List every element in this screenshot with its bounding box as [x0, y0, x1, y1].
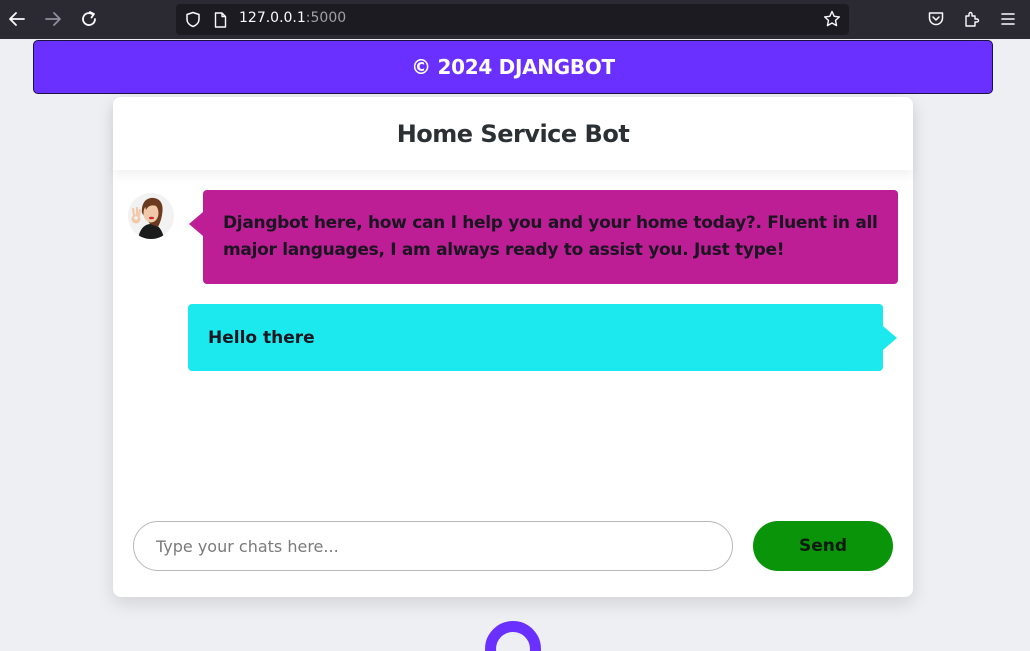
- reload-button[interactable]: [78, 8, 100, 30]
- url-text: 127.0.0.1:5000: [239, 10, 346, 26]
- shield-icon[interactable]: [184, 10, 202, 28]
- banner-text: © 2024 DJANGBOT: [411, 55, 615, 79]
- back-button[interactable]: [6, 8, 28, 30]
- reload-icon: [82, 11, 96, 26]
- pocket-icon[interactable]: [927, 10, 945, 28]
- chat-input[interactable]: [133, 521, 733, 571]
- arrow-right-icon: [45, 12, 61, 26]
- user-message: Hello there: [188, 304, 897, 371]
- arrow-left-icon: [9, 12, 25, 26]
- loading-spinner: [485, 621, 541, 651]
- page-title: Home Service Bot: [396, 119, 630, 148]
- bot-message-text: Djangbot here, how can I help you and yo…: [223, 213, 878, 260]
- bot-message: Djangbot here, how can I help you and yo…: [189, 190, 898, 284]
- hamburger-menu-icon[interactable]: [999, 10, 1017, 28]
- puzzle-icon[interactable]: [963, 10, 981, 28]
- bot-avatar: [128, 193, 174, 239]
- forward-button[interactable]: [42, 8, 64, 30]
- send-button[interactable]: Send: [753, 521, 893, 571]
- copyright-banner: © 2024 DJANGBOT: [33, 40, 993, 94]
- url-host: 127.0.0.1: [239, 10, 306, 26]
- star-icon[interactable]: [823, 10, 841, 28]
- browser-toolbar: 127.0.0.1:5000: [0, 0, 1030, 39]
- url-port: :5000: [305, 10, 347, 26]
- page-icon: [212, 11, 228, 28]
- url-bar[interactable]: 127.0.0.1:5000: [176, 4, 849, 35]
- chat-card: Home Service Bot Djangbot here, how can …: [113, 97, 913, 597]
- user-message-text: Hello there: [208, 327, 315, 348]
- chat-header: Home Service Bot: [113, 97, 913, 170]
